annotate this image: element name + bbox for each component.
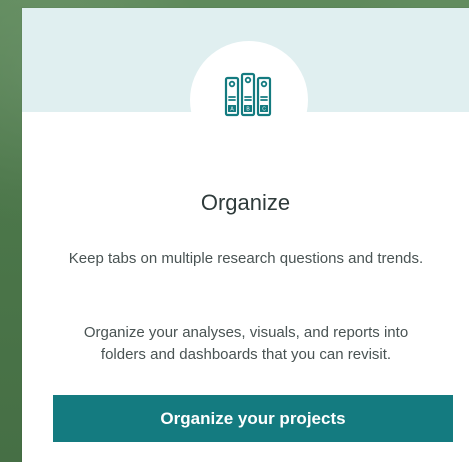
card-description-2: Organize your analyses, visuals, and rep… <box>83 324 409 363</box>
binder-c-label: C <box>262 106 266 112</box>
organize-projects-button[interactable]: Organize your projects <box>53 395 453 442</box>
organize-card: A B C Organize Keep tabs on multiple res… <box>22 8 469 462</box>
binders-icon: A B C <box>224 72 272 117</box>
card-title: Organize <box>200 190 291 215</box>
card-description-1: Keep tabs on multiple research questions… <box>68 250 424 267</box>
